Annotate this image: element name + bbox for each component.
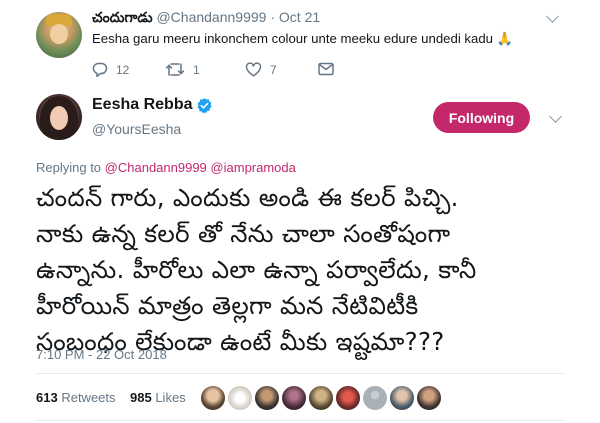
reply-tweet[interactable]: చందుగాడు @Chandann9999 · Oct 21 Eesha ga… [0,0,600,86]
chevron-down-icon[interactable] [549,110,562,123]
likes-stat[interactable]: 985 Likes [130,390,186,405]
like-count: 7 [270,62,277,77]
retweets-count: 613 [36,390,58,405]
tweet-timestamp[interactable]: 7:10 PM - 22 Oct 2018 [36,347,167,362]
replying-to-user-2[interactable]: @iampramoda [210,160,295,175]
verified-badge-icon [197,98,212,114]
replying-to-prefix: Replying to [36,160,102,175]
main-author-avatar[interactable] [36,94,82,140]
likes-count: 985 [130,390,152,405]
retweets-stat[interactable]: 613 Retweets [36,390,119,405]
liker-avatar[interactable] [308,385,334,411]
likes-label: Likes [155,390,186,405]
replying-to-line: Replying to @Chandann9999 @iampramoda [36,160,296,175]
reply-author-name[interactable]: చందుగాడు [92,9,153,25]
reply-tweet-actions: 12 1 7 [0,62,600,78]
reply-tweet-header: చందుగాడు @Chandann9999 · Oct 21 [92,9,320,29]
replying-to-user-1[interactable]: @Chandann9999 [105,160,207,175]
tweet-text-line: ఉన్నాను. హీరోలు ఎలా ఉన్నా పర్వాలేదు, కాన… [36,255,477,284]
liker-avatar[interactable] [281,385,307,411]
reply-tweet-date[interactable]: Oct 21 [279,9,320,25]
liker-avatar[interactable] [362,385,388,411]
tweet-stats: 613 Retweets 985 Likes [36,390,186,405]
tweet-text-line: నాకు ఉన్న కలర్ తో నేను చాలా సంతోషంగా [36,219,451,248]
divider [36,373,566,374]
liker-avatar[interactable] [335,385,361,411]
retweet-count: 1 [193,62,200,77]
reply-tweet-text: Eesha garu meeru inkonchem colour unte m… [92,31,513,47]
retweet-action[interactable]: 1 [165,62,200,77]
following-button[interactable]: Following [433,102,530,133]
retweets-label: Retweets [61,390,116,405]
reply-action[interactable]: 12 [92,62,129,77]
chevron-down-icon[interactable] [546,10,559,23]
heart-icon [245,62,262,77]
like-action[interactable]: 7 [245,62,277,77]
tweet-text-line: హీరోయిన్ మాత్రం తెల్లగా మన నేటివిటీకి [36,291,419,320]
reply-author-handle[interactable]: @Chandann9999 [156,9,266,25]
reply-icon [92,62,108,77]
divider [36,420,566,421]
liker-avatar[interactable] [389,385,415,411]
liker-avatar[interactable] [416,385,442,411]
message-icon [318,62,334,76]
separator-dot: · [270,9,276,25]
direct-message-action[interactable] [318,62,334,76]
main-author-handle[interactable]: @YoursEesha [92,121,181,137]
liker-avatar[interactable] [227,385,253,411]
reply-count: 12 [116,62,130,77]
liker-avatar[interactable] [254,385,280,411]
tweet-text-line: చందన్ గారు, ఎందుకు అండి ఈ కలర్ పిచ్చి. [36,183,459,212]
reply-author-avatar[interactable] [36,12,82,58]
retweet-icon [165,63,185,76]
main-tweet-text: చందన్ గారు, ఎందుకు అండి ఈ కలర్ పిచ్చి. న… [36,180,566,360]
liker-avatar[interactable] [200,385,226,411]
reply-tweet-body: Eesha garu meeru inkonchem colour unte m… [92,31,494,46]
folded-hands-emoji: 🙏 [496,31,513,46]
main-author-name[interactable]: Eesha Rebba [92,96,192,114]
